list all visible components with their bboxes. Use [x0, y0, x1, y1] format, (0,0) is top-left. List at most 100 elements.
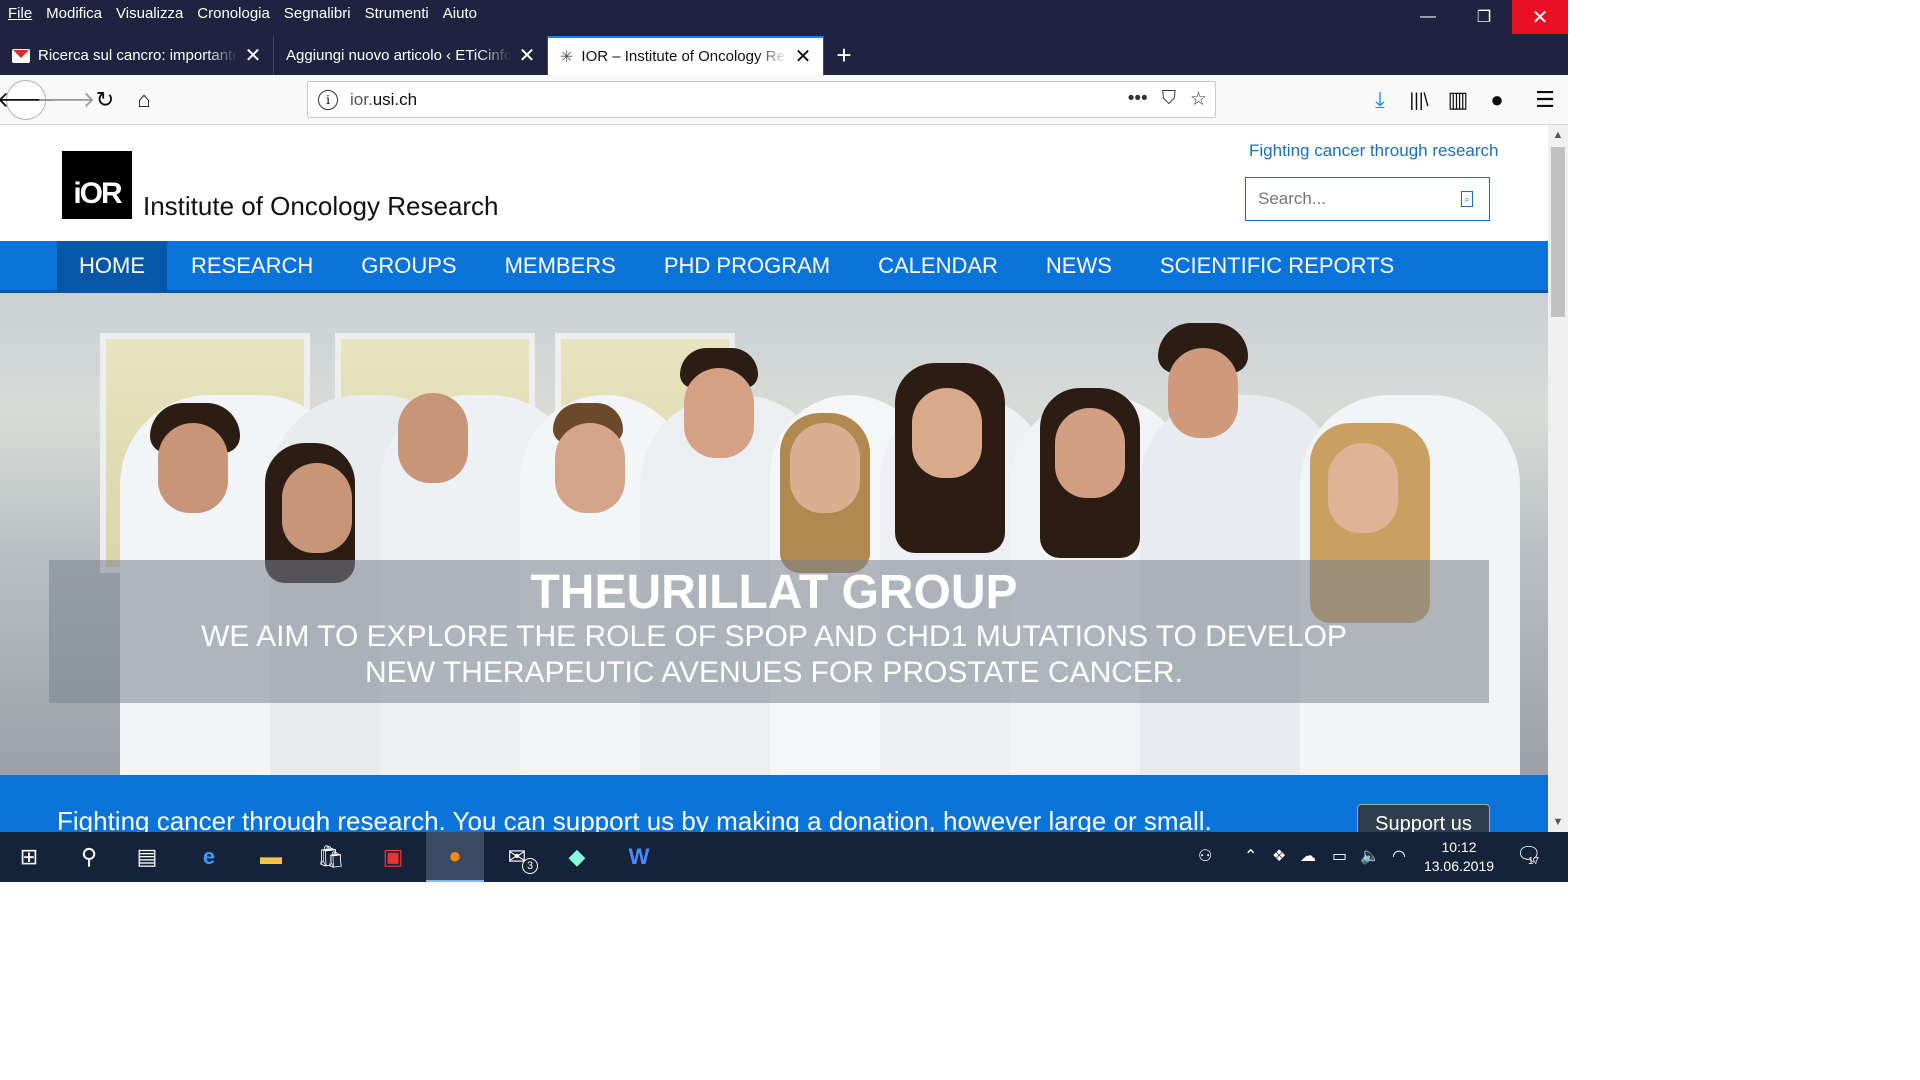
- hero-subtitle: WE AIM TO EXPLORE THE ROLE OF SPOP AND C…: [201, 620, 1347, 689]
- downloads-icon[interactable]: ⤓: [1362, 82, 1398, 118]
- face: [1168, 348, 1238, 438]
- windows-start-icon[interactable]: ⊞: [0, 832, 58, 882]
- chevron-up-icon[interactable]: ⌃: [1244, 846, 1257, 866]
- ior-logo[interactable]: iOR: [62, 151, 132, 219]
- scrollbar-thumb[interactable]: [1551, 147, 1565, 317]
- menu-file[interactable]: File: [0, 5, 39, 22]
- hero-banner[interactable]: THEURILLAT GROUP WE AIM TO EXPLORE THE R…: [0, 293, 1548, 775]
- hero-title[interactable]: THEURILLAT GROUP: [0, 565, 1548, 620]
- face: [1055, 408, 1125, 498]
- search-input[interactable]: [1258, 189, 1448, 209]
- nav-news[interactable]: NEWS: [1022, 241, 1136, 290]
- face: [790, 423, 860, 513]
- tab-eticinfo[interactable]: Aggiungi nuovo articolo ‹ ETiCinfor ✕: [274, 36, 548, 75]
- tab-gmail[interactable]: Ricerca sul cancro: importante i ✕: [0, 36, 274, 75]
- reload-button[interactable]: ↻: [87, 82, 123, 118]
- tab-title: IOR – Institute of Oncology Res: [581, 48, 787, 65]
- notifications-icon[interactable]: 🗨 17: [1516, 842, 1541, 867]
- search-icon[interactable]: ⌕: [1461, 191, 1473, 207]
- menu-cronologia[interactable]: Cronologia: [190, 5, 277, 22]
- main-navigation: HOME RESEARCH GROUPS MEMBERS PHD PROGRAM…: [0, 241, 1548, 293]
- nav-home[interactable]: HOME: [57, 241, 167, 290]
- browser-titlebar: File Modifica Visualizza Cronologia Segn…: [0, 0, 1568, 75]
- tab-ior[interactable]: ✳ IOR – Institute of Oncology Res ✕: [548, 36, 824, 75]
- nav-calendar[interactable]: CALENDAR: [854, 241, 1022, 290]
- wifi-icon[interactable]: ◠: [1392, 846, 1406, 866]
- firefox-icon[interactable]: ●: [426, 832, 484, 882]
- site-title[interactable]: Institute of Oncology Research: [143, 191, 499, 222]
- face: [398, 393, 468, 483]
- bookmark-star-icon[interactable]: ☆: [1190, 88, 1207, 111]
- tab-title: Ricerca sul cancro: importante i: [38, 47, 237, 64]
- support-us-button[interactable]: Support us: [1357, 804, 1490, 832]
- forward-button[interactable]: 🡒: [37, 82, 96, 118]
- close-tab-icon[interactable]: ✕: [517, 43, 537, 68]
- task-view-icon[interactable]: ▤: [118, 832, 176, 882]
- face: [912, 388, 982, 478]
- clock-time: 10:12: [1441, 839, 1477, 855]
- notification-count: 17: [1528, 856, 1540, 867]
- ior-favicon-icon: ✳: [560, 48, 574, 66]
- face: [1328, 443, 1398, 533]
- page-scrollbar[interactable]: ▲ ▼: [1548, 125, 1568, 832]
- word-icon[interactable]: W: [610, 832, 668, 882]
- people-icon[interactable]: ⚇: [1198, 846, 1212, 866]
- search-icon[interactable]: ⚲: [60, 832, 118, 882]
- edge-icon[interactable]: e: [180, 832, 238, 882]
- store-icon[interactable]: 🛍: [302, 832, 360, 882]
- site-search[interactable]: ⌕: [1245, 177, 1490, 221]
- url-bar[interactable]: i ior.usi.ch ••• ⛉ ☆: [307, 81, 1216, 118]
- nav-groups[interactable]: GROUPS: [337, 241, 480, 290]
- menu-modifica[interactable]: Modifica: [39, 5, 109, 22]
- clock-date: 13.06.2019: [1423, 858, 1495, 874]
- scroll-down-icon[interactable]: ▼: [1548, 816, 1568, 828]
- scroll-up-icon[interactable]: ▲: [1548, 129, 1568, 141]
- gift-app-icon[interactable]: ▣: [364, 832, 422, 882]
- mail-badge: 3: [522, 858, 538, 874]
- library-icon[interactable]: |||\: [1401, 82, 1437, 118]
- url-text[interactable]: ior.usi.ch: [350, 90, 417, 110]
- sidebar-icon[interactable]: ▥: [1440, 82, 1476, 118]
- menu-bar: File Modifica Visualizza Cronologia Segn…: [0, 0, 484, 26]
- pocket-icon[interactable]: ⛉: [1162, 88, 1176, 111]
- menu-strumenti[interactable]: Strumenti: [358, 5, 436, 22]
- tab-title: Aggiungi nuovo articolo ‹ ETiCinfor: [286, 47, 511, 64]
- donation-text: Fighting cancer through research. You ca…: [57, 806, 1212, 832]
- menu-aiuto[interactable]: Aiuto: [436, 5, 484, 22]
- nav-scientific-reports[interactable]: SCIENTIFIC REPORTS: [1136, 241, 1418, 290]
- close-tab-icon[interactable]: ✕: [793, 44, 813, 69]
- menu-visualizza[interactable]: Visualizza: [109, 5, 190, 22]
- new-tab-button[interactable]: +: [824, 36, 864, 75]
- close-window-button[interactable]: ✕: [1512, 0, 1568, 34]
- nav-members[interactable]: MEMBERS: [481, 241, 640, 290]
- system-clock[interactable]: 10:12 13.06.2019: [1418, 838, 1500, 876]
- page-actions-icon[interactable]: •••: [1128, 88, 1148, 111]
- header-tagline: Fighting cancer through research: [1249, 141, 1499, 160]
- account-icon[interactable]: ●: [1479, 82, 1515, 118]
- battery-icon[interactable]: ▭: [1332, 846, 1347, 866]
- menu-segnalibri[interactable]: Segnalibri: [277, 5, 358, 22]
- face: [158, 423, 228, 513]
- windows-taskbar: ⊞ ⚲ ▤ e ▬ 🛍 ▣ ● ✉ 3 ◆ W ⚇ ⌃ ❖ ☁ ▭ 🔈 ◠ 10:…: [0, 832, 1568, 882]
- restore-button[interactable]: ❐: [1456, 0, 1512, 34]
- nav-phd-program[interactable]: PHD PROGRAM: [640, 241, 854, 290]
- face: [684, 368, 754, 458]
- notes-app-icon[interactable]: ◆: [548, 832, 606, 882]
- navigation-toolbar: 🡐 🡒 ↻ ⌂ i ior.usi.ch ••• ⛉ ☆ ⤓ |||\ ▥ ● …: [0, 75, 1568, 125]
- file-explorer-icon[interactable]: ▬: [242, 832, 300, 882]
- volume-icon[interactable]: 🔈: [1360, 846, 1380, 866]
- site-info-icon[interactable]: i: [318, 89, 338, 110]
- minimize-button[interactable]: —: [1400, 0, 1456, 34]
- hamburger-menu-icon[interactable]: ☰: [1527, 82, 1563, 118]
- dropbox-icon[interactable]: ❖: [1272, 846, 1286, 866]
- mail-icon[interactable]: ✉ 3: [488, 832, 546, 882]
- home-button[interactable]: ⌂: [126, 82, 162, 118]
- gmail-icon: [12, 48, 30, 63]
- donation-banner: Fighting cancer through research. You ca…: [0, 775, 1548, 832]
- web-page: iOR Institute of Oncology Research Fight…: [0, 125, 1548, 832]
- tab-strip: Ricerca sul cancro: importante i ✕ Aggiu…: [0, 36, 864, 75]
- nav-research[interactable]: RESEARCH: [167, 241, 337, 290]
- onedrive-icon[interactable]: ☁: [1300, 846, 1316, 866]
- face: [555, 423, 625, 513]
- close-tab-icon[interactable]: ✕: [243, 43, 263, 68]
